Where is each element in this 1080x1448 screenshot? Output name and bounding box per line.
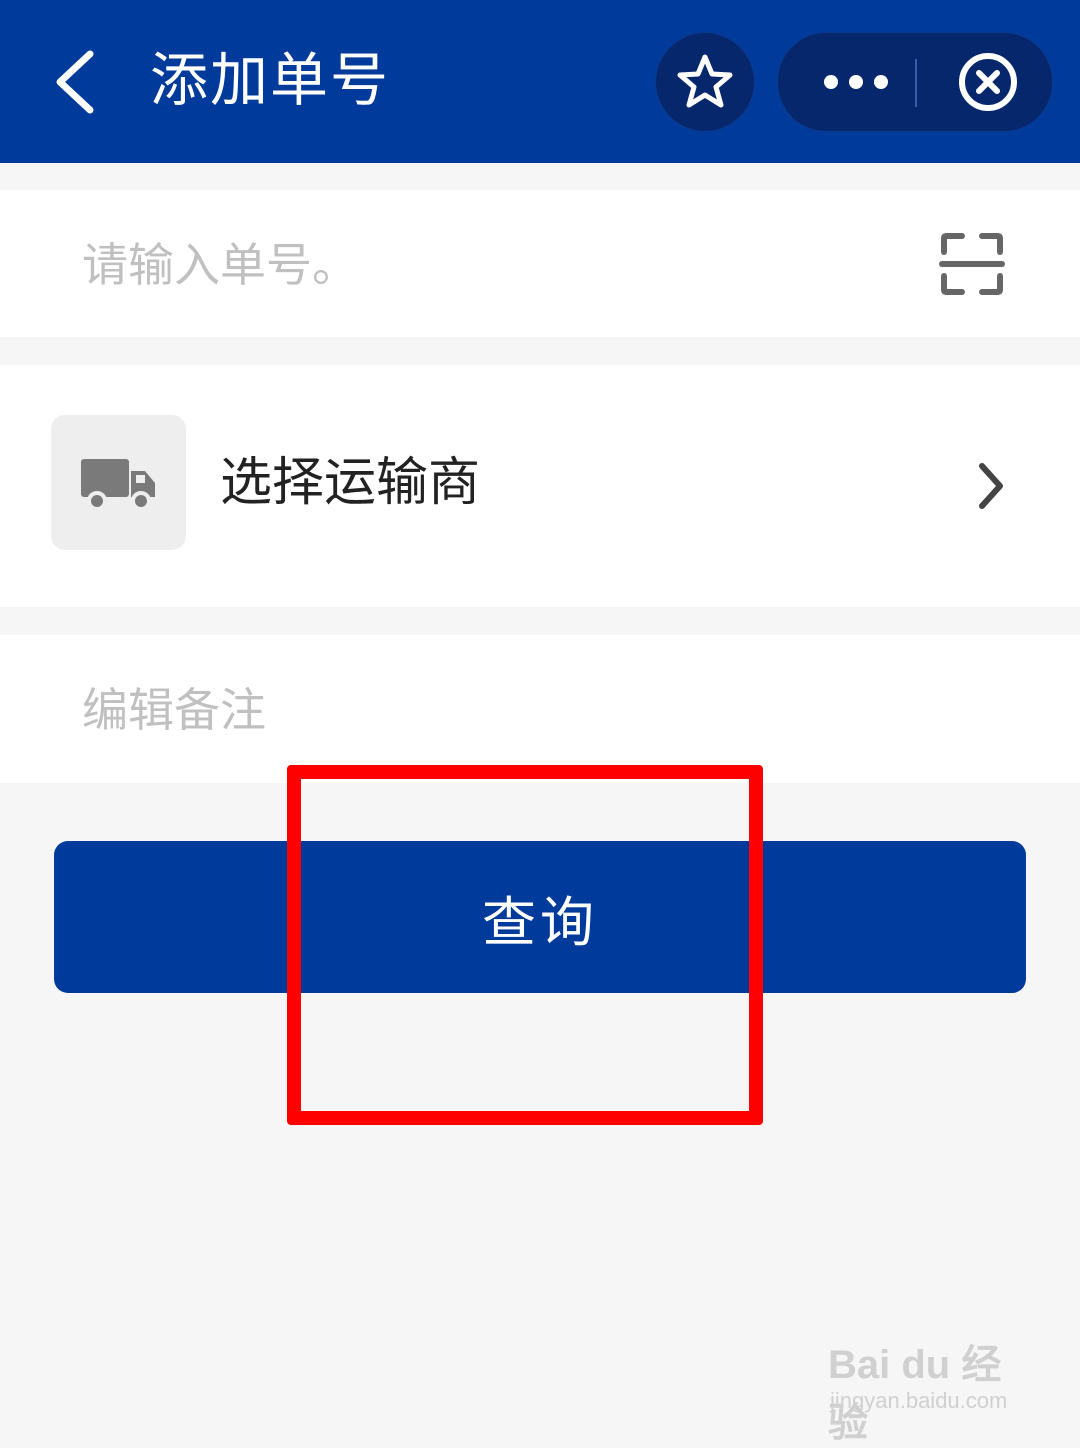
page-title: 添加单号	[150, 46, 391, 114]
tracking-number-input[interactable]	[80, 226, 884, 304]
chevron-left-icon	[56, 50, 94, 114]
top-navigation-bar: 添加单号	[0, 0, 1080, 163]
scan-icon	[939, 233, 1005, 295]
more-dots-icon	[824, 75, 888, 89]
mini-program-capsule	[777, 32, 1053, 132]
close-button[interactable]	[938, 33, 1038, 131]
scan-button[interactable]	[938, 230, 1006, 298]
remark-row	[0, 635, 1080, 783]
capsule-divider	[915, 59, 917, 107]
watermark-url: jingyan.baidu.com	[830, 1388, 1008, 1413]
star-icon	[677, 54, 733, 108]
chevron-right-icon	[979, 463, 1003, 509]
close-circle-icon	[959, 53, 1017, 111]
remark-input[interactable]	[80, 669, 984, 751]
select-carrier-row[interactable]: 选择运输商	[0, 365, 1080, 607]
watermark: Bai du 经验 jingyan.baidu.com	[828, 1322, 1028, 1445]
tracking-number-row	[0, 190, 1080, 337]
back-button[interactable]	[44, 42, 114, 122]
select-carrier-label: 选择运输商	[220, 453, 481, 513]
favorite-button[interactable]	[655, 32, 755, 132]
truck-icon	[80, 458, 155, 511]
more-button[interactable]	[798, 33, 914, 131]
carrier-icon-box	[51, 415, 186, 550]
red-highlight-annotation	[287, 765, 763, 1125]
